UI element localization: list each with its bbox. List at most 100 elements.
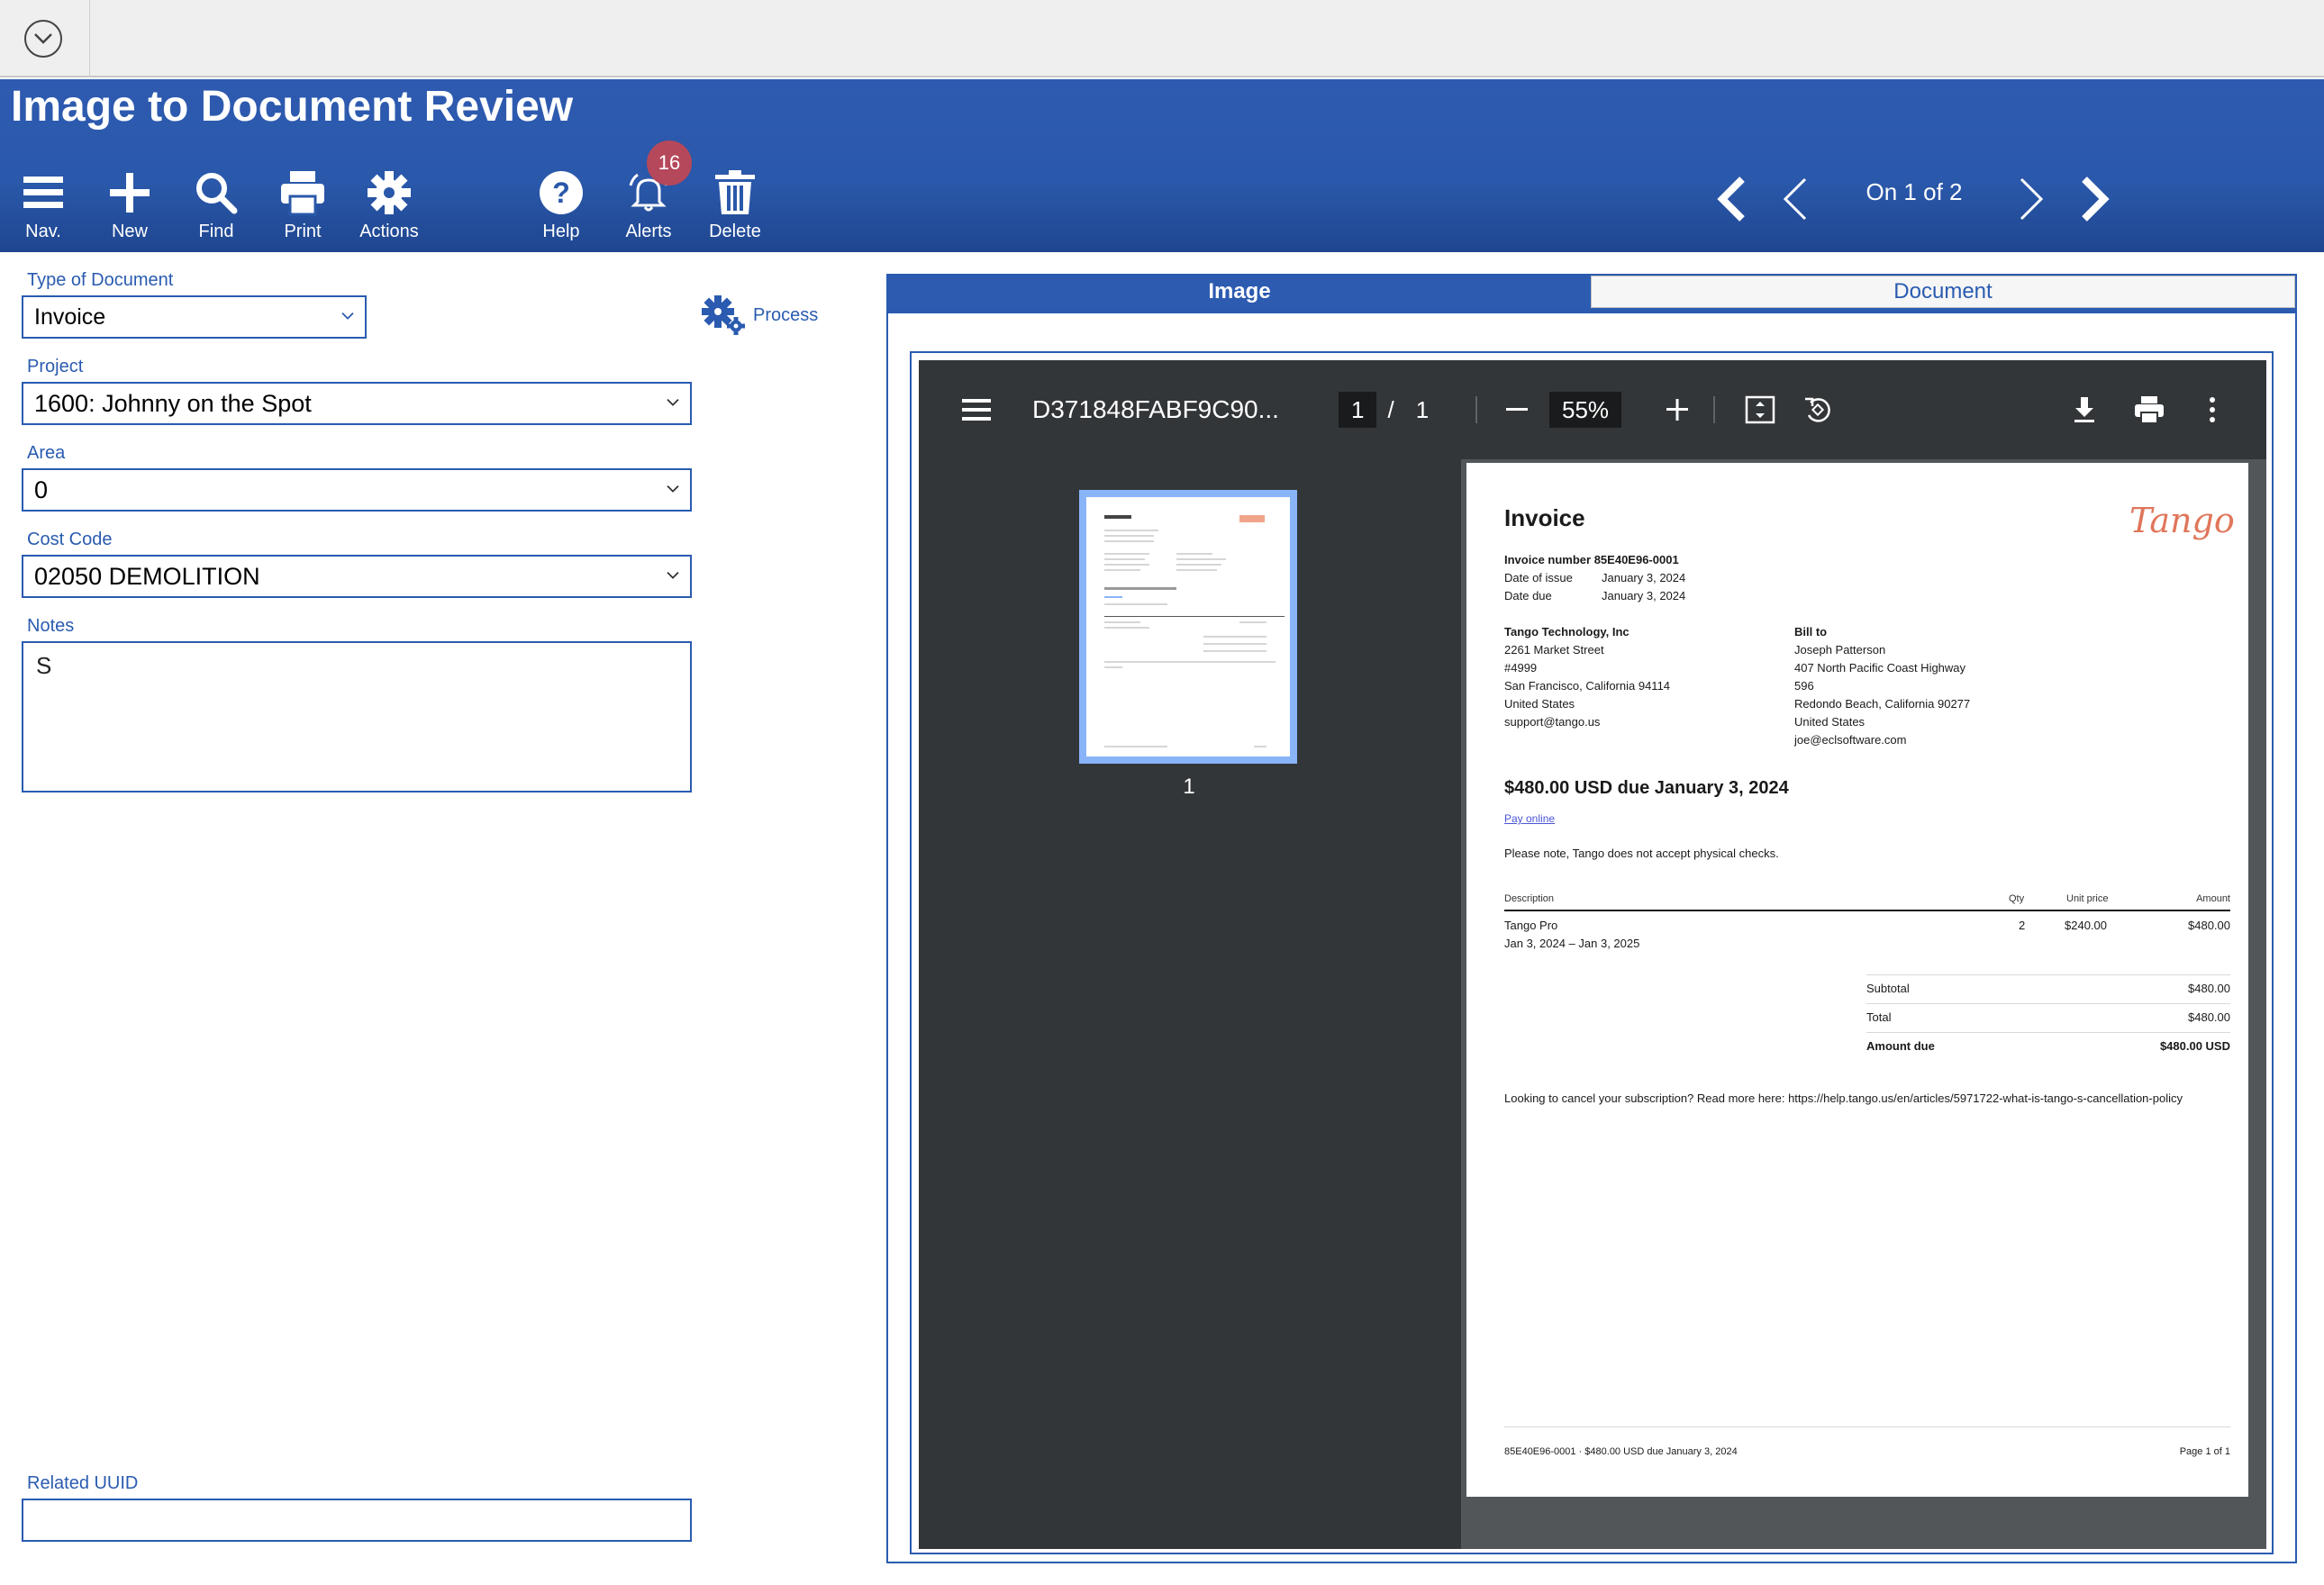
actions-label: Actions <box>359 222 419 241</box>
collapse-area <box>0 0 90 77</box>
bill-to-line: joe@eclsoftware.com <box>1794 733 1907 747</box>
help-button[interactable]: ? Help <box>525 169 597 243</box>
col-unit-price: Unit price <box>2066 893 2109 904</box>
totals-row-subtotal: Subtotal $480.00 <box>1866 980 2230 998</box>
more-options-button[interactable] <box>2196 360 2229 459</box>
type-of-document-select[interactable]: Invoice <box>22 295 367 339</box>
chevron-left-icon <box>1783 177 1807 221</box>
area-label: Area <box>27 443 66 463</box>
notes-textarea[interactable]: S <box>22 641 692 792</box>
zoom-in-button[interactable] <box>1661 360 1693 459</box>
bill-to-line: 596 <box>1794 679 1814 693</box>
print-button[interactable]: Print <box>267 169 339 243</box>
chevron-down-icon <box>34 33 52 44</box>
related-uuid-input[interactable] <box>22 1499 692 1542</box>
record-pager-text: On 1 of 2 <box>1866 178 1963 205</box>
project-value: 1600: Johnny on the Spot <box>34 389 312 417</box>
from-line: support@tango.us <box>1504 715 1601 729</box>
area-select[interactable]: 0 <box>22 468 692 512</box>
chevron-down-icon <box>341 312 354 320</box>
pdf-page-input[interactable]: 1 <box>1339 392 1377 428</box>
pdf-page-total: 1 <box>1415 395 1430 423</box>
pay-online-link[interactable]: Pay online <box>1504 812 1555 825</box>
tab-document[interactable]: Document <box>1591 276 2295 308</box>
delete-button[interactable]: Delete <box>699 169 771 243</box>
totals-row-total: Total $480.00 <box>1866 1009 2230 1027</box>
find-button[interactable]: Find <box>180 169 252 243</box>
amount-due-value: $480.00 USD <box>2159 1039 2230 1053</box>
table-row: Tango Pro Jan 3, 2024 – Jan 3, 2025 2 $2… <box>1504 917 2230 956</box>
thumbnail-page-number: 1 <box>1183 774 1195 799</box>
nav-label: Nav. <box>25 222 61 241</box>
bill-to-line: United States <box>1794 715 1866 729</box>
first-record-button[interactable] <box>1704 168 1758 231</box>
col-description: Description <box>1504 893 1555 904</box>
type-of-document-value: Invoice <box>34 303 106 330</box>
printer-icon <box>2135 396 2164 424</box>
amount-due-label: Amount due <box>1866 1039 1935 1053</box>
pdf-print-button[interactable] <box>2133 360 2165 459</box>
checks-note: Please note, Tango does not accept physi… <box>1504 847 1779 860</box>
project-label: Project <box>27 357 84 376</box>
pdf-page-separator: / <box>1387 395 1394 423</box>
footer-left: 85E40E96-0001 · $480.00 USD due January … <box>1504 1446 1738 1457</box>
print-label: Print <box>284 222 322 241</box>
download-button[interactable] <box>2068 360 2101 459</box>
new-button[interactable]: New <box>94 169 166 243</box>
rotate-button[interactable] <box>1802 360 1834 459</box>
actions-button[interactable]: Actions <box>353 169 425 243</box>
fit-page-button[interactable] <box>1744 360 1776 459</box>
bill-to-line: 407 North Pacific Coast Highway <box>1794 661 1966 675</box>
bill-to-line: Joseph Patterson <box>1794 643 1886 657</box>
help-icon: ? <box>540 171 583 214</box>
rotate-icon <box>1805 397 1830 422</box>
alerts-count-badge: 16 <box>647 140 692 186</box>
from-line: San Francisco, California 94114 <box>1504 679 1671 693</box>
totals-rule <box>1866 1003 2230 1004</box>
line-item-description: Tango Pro <box>1504 919 1558 932</box>
more-vertical-icon <box>2210 397 2215 422</box>
process-label: Process <box>753 304 819 325</box>
cancel-note: Looking to cancel your subscription? Rea… <box>1504 1091 2183 1105</box>
line-item-qty: 2 <box>2019 919 2026 932</box>
page-thumbnail[interactable] <box>1079 490 1297 764</box>
pdf-menu-button[interactable] <box>960 360 993 459</box>
totals-row-amount-due: Amount due $480.00 USD <box>1866 1037 2230 1055</box>
preview-panel: Image Document D371848FABF9C90... 1 / 1 <box>886 274 2297 1563</box>
from-line: #4999 <box>1504 661 1538 675</box>
delete-label: Delete <box>709 222 761 241</box>
subtotal-label: Subtotal <box>1866 982 1910 995</box>
cost-code-select[interactable]: 02050 DEMOLITION <box>22 555 692 598</box>
project-select[interactable]: 1600: Johnny on the Spot <box>22 382 692 425</box>
nav-button[interactable]: Nav. <box>7 169 79 243</box>
col-qty: Qty <box>2009 893 2025 904</box>
next-record-button[interactable] <box>2005 168 2059 231</box>
previous-record-button[interactable] <box>1767 168 1821 231</box>
invoice-page: Invoice Tango Invoice number 85E40E96-00… <box>1466 463 2248 1497</box>
chevron-down-icon <box>667 398 679 406</box>
zoom-out-button[interactable] <box>1501 360 1533 459</box>
date-due-value: January 3, 2024 <box>1602 589 1686 602</box>
pdf-viewer-frame: D371848FABF9C90... 1 / 1 55% 1 Invoice T… <box>910 351 2274 1554</box>
invoice-number-label: Invoice number <box>1504 553 1592 566</box>
last-record-button[interactable] <box>2068 168 2122 231</box>
collapse-button[interactable] <box>24 20 62 58</box>
chevron-right-bold-icon <box>2082 177 2110 222</box>
cost-code-label: Cost Code <box>27 530 113 549</box>
printer-icon <box>281 171 324 216</box>
chevron-left-bold-icon <box>1717 177 1745 222</box>
download-icon <box>2074 397 2094 422</box>
toolbar-divider <box>1713 396 1715 423</box>
footer-rule <box>1504 1426 2230 1427</box>
col-amount: Amount <box>2196 893 2230 904</box>
tab-image[interactable]: Image <box>888 276 1591 308</box>
minus-icon <box>1506 408 1528 411</box>
process-button[interactable]: Process <box>701 294 818 337</box>
amount-due-heading: $480.00 USD due January 3, 2024 <box>1504 778 1789 798</box>
date-due-label: Date due <box>1504 589 1552 602</box>
invoice-title: Invoice <box>1504 504 1585 531</box>
toolbar-divider <box>1475 396 1477 423</box>
total-label: Total <box>1866 1010 1892 1024</box>
zoom-level-value[interactable]: 55% <box>1549 392 1622 428</box>
table-header-rule <box>1504 910 2230 911</box>
